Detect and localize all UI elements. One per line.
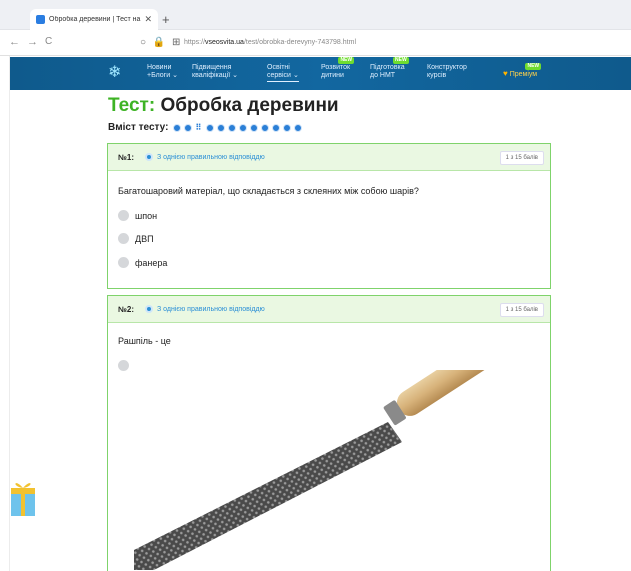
question-dot[interactable]	[283, 123, 292, 132]
site-nav: ❄ Новини +Блоги ⌄ Підвищення кваліфікаці…	[10, 57, 631, 90]
question-dot[interactable]	[250, 123, 259, 132]
nav-item-line2: +Блоги	[147, 72, 171, 79]
radio-button[interactable]	[118, 360, 129, 371]
question-dots: ⠿	[173, 123, 305, 132]
question-type-label: З однією правильною відповіддю	[157, 305, 265, 313]
radio-button[interactable]	[118, 257, 129, 268]
question-dot[interactable]	[228, 123, 237, 132]
forward-icon[interactable]: →	[27, 36, 38, 48]
nav-item-line1: Підвищення	[192, 64, 232, 71]
gift-icon[interactable]	[9, 478, 37, 518]
nav-item-line2: дитини	[321, 72, 344, 79]
new-badge: NEW	[338, 57, 355, 64]
question-dot[interactable]	[173, 123, 182, 132]
question-type: З однією правильною відповіддю	[145, 153, 265, 161]
option-label: ДВП	[135, 233, 154, 244]
question-dot[interactable]	[217, 123, 226, 132]
tab-title: Обробка деревини | Тест на 1	[49, 16, 142, 23]
question-number: №1:	[118, 153, 135, 162]
grid-icon[interactable]: ⠿	[195, 123, 203, 132]
url-prefix: https://	[184, 39, 206, 46]
nav-item-line2: до НМТ	[370, 72, 396, 79]
question-text: Багатошаровий матеріал, що складається з…	[118, 186, 419, 196]
radio-button[interactable]	[118, 210, 129, 221]
page-title: Тест: Обробка деревини	[108, 95, 339, 117]
question-text: Рашпіль - це	[118, 336, 171, 346]
address-security-icons: ○ 🔒 ⊞	[140, 37, 183, 48]
nav-item-line1: Конструктор	[427, 64, 467, 71]
option-label: шпон	[135, 210, 158, 221]
url-domain: vseosvita.ua	[205, 39, 244, 46]
radio-type-icon	[145, 305, 153, 313]
question-score: 1 з 15 балів	[499, 151, 544, 165]
test-contents: Вміст тесту: ⠿	[108, 122, 305, 133]
question-header: №1: З однією правильною відповіддю 1 з 1…	[108, 144, 550, 171]
nav-item-line1: Освітні	[267, 64, 290, 71]
nav-item-qualification[interactable]: Підвищення кваліфікації ⌄	[192, 64, 238, 80]
chevron-down-icon: ⌄	[292, 72, 299, 79]
nav-item-line2: курсів	[427, 72, 447, 79]
answer-option[interactable]: ДВП	[118, 233, 154, 244]
url-path: /test/obrobka-derevyny-743798.html	[243, 39, 356, 46]
question-score: 1 з 15 балів	[499, 303, 544, 317]
question-type: З однією правильною відповіддю	[145, 305, 265, 313]
chevron-down-icon: ⌄	[232, 72, 238, 79]
nav-item-line2: кваліфікації	[192, 72, 231, 79]
url-field[interactable]: https://vseosvita.ua/test/obrobka-derevy…	[184, 39, 356, 46]
question-dot[interactable]	[261, 123, 270, 132]
browser-tab[interactable]: Обробка деревини | Тест на 1 ✕	[30, 9, 158, 30]
premium-label: Преміум	[509, 71, 538, 78]
question-number: №2:	[118, 305, 135, 314]
nav-item-nmt-prep[interactable]: NEW Підготовка до НМТ	[370, 57, 409, 80]
nav-item-child-development[interactable]: NEW Розвиток дитини	[321, 57, 355, 80]
address-bar-row: ← → C ○ 🔒 ⊞ https://vseosvita.ua/test/ob…	[0, 30, 631, 56]
reload-icon[interactable]: C	[45, 36, 52, 48]
radio-button[interactable]	[118, 233, 129, 244]
radio-type-icon	[145, 153, 153, 161]
nav-item-news[interactable]: Новини +Блоги ⌄	[147, 64, 178, 80]
option-label: фанера	[135, 257, 168, 268]
answer-option[interactable]: фанера	[118, 257, 167, 268]
question-dot[interactable]	[294, 123, 303, 132]
nav-item-line1: Підготовка	[370, 64, 405, 71]
nav-item-line1: Розвиток	[321, 64, 351, 71]
chevron-down-icon: ⌄	[172, 72, 178, 79]
question-dot[interactable]	[239, 123, 248, 132]
question-dot[interactable]	[206, 123, 215, 132]
site-favicon-icon	[36, 15, 45, 24]
answer-option[interactable]: шпон	[118, 210, 157, 221]
new-tab-button[interactable]: +	[162, 13, 170, 26]
rasp-file-image	[134, 370, 494, 570]
back-icon[interactable]: ←	[9, 36, 20, 48]
nav-item-course-builder[interactable]: Конструктор курсів	[427, 64, 467, 80]
site-logo-icon[interactable]: ❄	[108, 65, 121, 81]
question-header: №2: З однією правильною відповіддю 1 з 1…	[108, 296, 550, 323]
title-accent: Тест:	[108, 95, 156, 116]
test-contents-label: Вміст тесту:	[108, 122, 169, 133]
title-text: Обробка деревини	[155, 95, 339, 116]
close-tab-icon[interactable]: ✕	[144, 14, 152, 25]
browser-tab-bar: Обробка деревини | Тест на 1 ✕ +	[0, 0, 631, 30]
question-dot[interactable]	[272, 123, 281, 132]
new-badge: NEW	[525, 63, 542, 70]
answer-option[interactable]	[118, 360, 135, 371]
heart-icon: ♥	[503, 69, 508, 78]
new-badge: NEW	[393, 57, 409, 64]
premium-link[interactable]: ♥ Преміум NEW	[503, 63, 542, 78]
question-dot[interactable]	[184, 123, 193, 132]
question-type-label: З однією правильною відповіддю	[157, 153, 265, 161]
nav-item-services[interactable]: Освітні сервіси ⌄	[267, 64, 299, 82]
question-card-2: №2: З однією правильною відповіддю 1 з 1…	[107, 295, 551, 571]
nav-item-line1: Новини	[147, 64, 172, 71]
question-card-1: №1: З однією правильною відповіддю 1 з 1…	[107, 143, 551, 289]
nav-item-line2: сервіси	[267, 72, 291, 79]
